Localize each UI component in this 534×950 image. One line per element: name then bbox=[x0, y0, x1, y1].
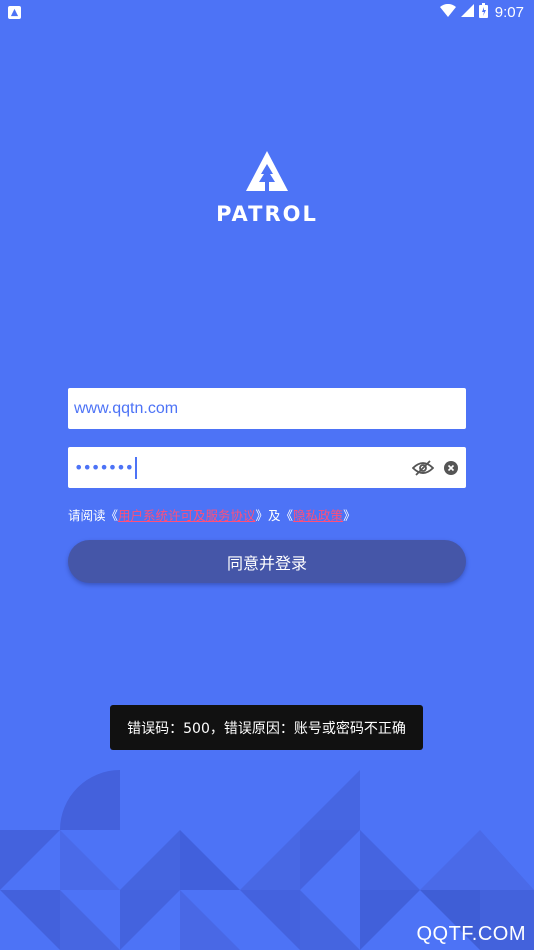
agreement-suffix: 》 bbox=[343, 508, 356, 523]
status-left bbox=[8, 5, 21, 19]
app-logo: PATROL bbox=[0, 150, 534, 226]
watermark: QQTF.COM bbox=[416, 923, 526, 945]
agreement-prefix: 请阅读《 bbox=[68, 508, 119, 523]
background-decoration bbox=[0, 770, 534, 950]
status-right: 9:07 bbox=[439, 2, 524, 22]
cellular-signal-icon bbox=[460, 3, 474, 21]
wifi-icon bbox=[439, 3, 456, 21]
agreement-mid: 》及《 bbox=[255, 508, 294, 523]
tree-triangle-logo-icon bbox=[246, 151, 288, 191]
app-notification-icon bbox=[8, 5, 21, 19]
eye-slash-icon[interactable] bbox=[412, 459, 434, 476]
username-input[interactable] bbox=[74, 399, 460, 418]
agree-and-login-button[interactable]: 同意并登录 bbox=[68, 540, 466, 583]
password-field[interactable]: ••••••• bbox=[68, 447, 466, 488]
logo-text: PATROL bbox=[216, 202, 318, 226]
status-bar: 9:07 bbox=[0, 0, 534, 24]
status-time: 9:07 bbox=[494, 3, 524, 21]
text-caret bbox=[135, 456, 137, 479]
battery-icon bbox=[478, 2, 488, 22]
privacy-policy-link[interactable]: 隐私政策 bbox=[293, 505, 343, 524]
agreement-text: 请阅读《 用户系统许可及服务协议 》及《 隐私政策 》 bbox=[68, 505, 356, 524]
license-agreement-link[interactable]: 用户系统许可及服务协议 bbox=[118, 505, 256, 524]
password-masked-text: ••••••• bbox=[74, 458, 134, 477]
error-toast-message: 错误码：500，错误原因：账号或密码不正确 bbox=[127, 720, 406, 737]
username-field[interactable] bbox=[68, 388, 466, 429]
clear-circle-icon[interactable] bbox=[444, 460, 458, 475]
error-toast: 错误码：500，错误原因：账号或密码不正确 bbox=[110, 705, 423, 750]
password-input[interactable]: ••••••• bbox=[74, 456, 402, 479]
